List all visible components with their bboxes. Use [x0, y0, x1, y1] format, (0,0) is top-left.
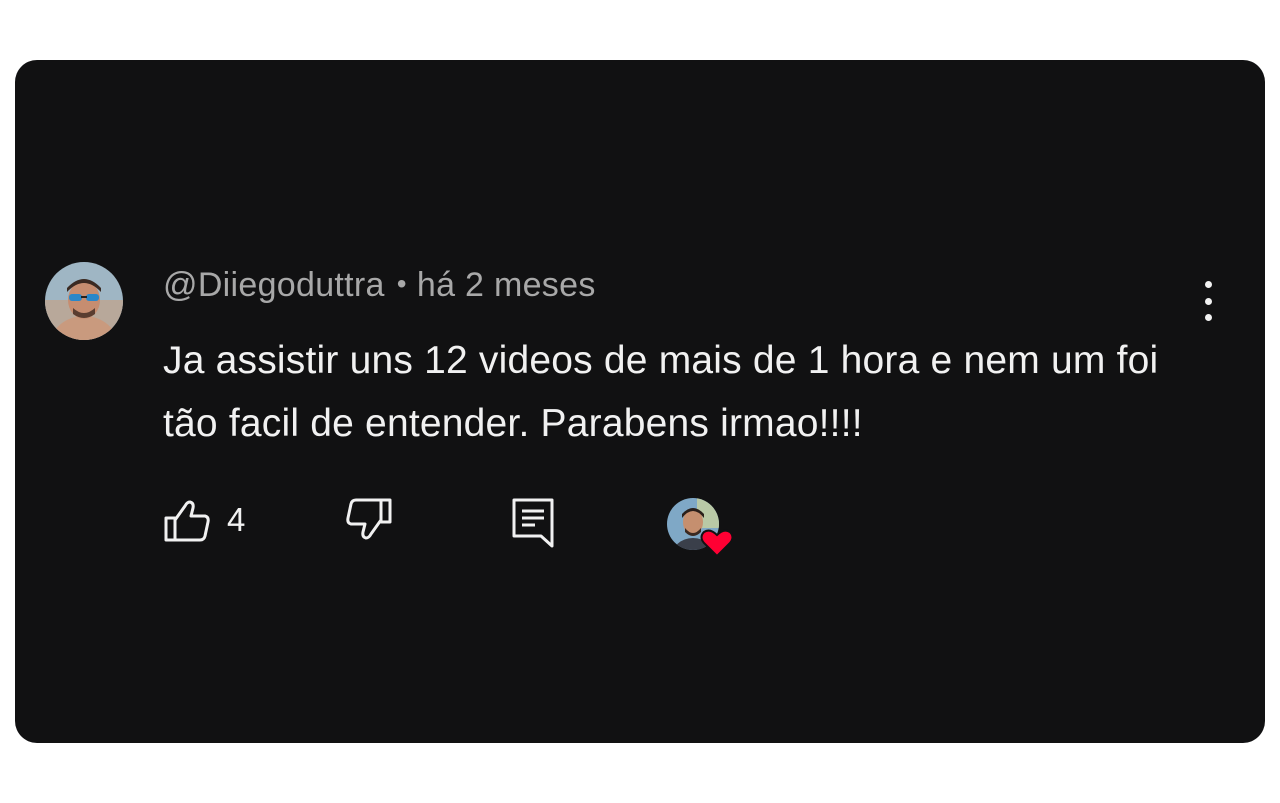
author-handle[interactable]: @Diiegoduttra	[163, 266, 385, 304]
more-vertical-icon	[1204, 281, 1212, 288]
menu-dot	[1204, 314, 1212, 321]
heart-icon	[700, 529, 734, 558]
comment-text: Ja assistir uns 12 videos de mais de 1 h…	[163, 339, 1159, 445]
creator-heart-badge	[667, 498, 747, 558]
dislike-button[interactable]	[345, 496, 393, 544]
more-options-button[interactable]	[1193, 277, 1223, 325]
thumbs-up-icon	[164, 500, 210, 542]
like-count: 4	[227, 501, 246, 538]
reply-button[interactable]	[511, 496, 555, 550]
thumbs-down-icon	[346, 498, 392, 540]
reply-comment-icon	[512, 498, 554, 548]
menu-dot	[1204, 297, 1212, 305]
comment-card: @Diiegoduttra • há 2 meses Ja assistir uns…	[15, 60, 1265, 743]
like-button[interactable]: 4	[163, 496, 245, 544]
comment-meta: @Diiegoduttra • há 2 meses	[163, 266, 596, 305]
author-avatar[interactable]	[45, 262, 123, 340]
meta-separator: •	[396, 268, 407, 299]
comment-timestamp[interactable]: há 2 meses	[417, 266, 596, 304]
